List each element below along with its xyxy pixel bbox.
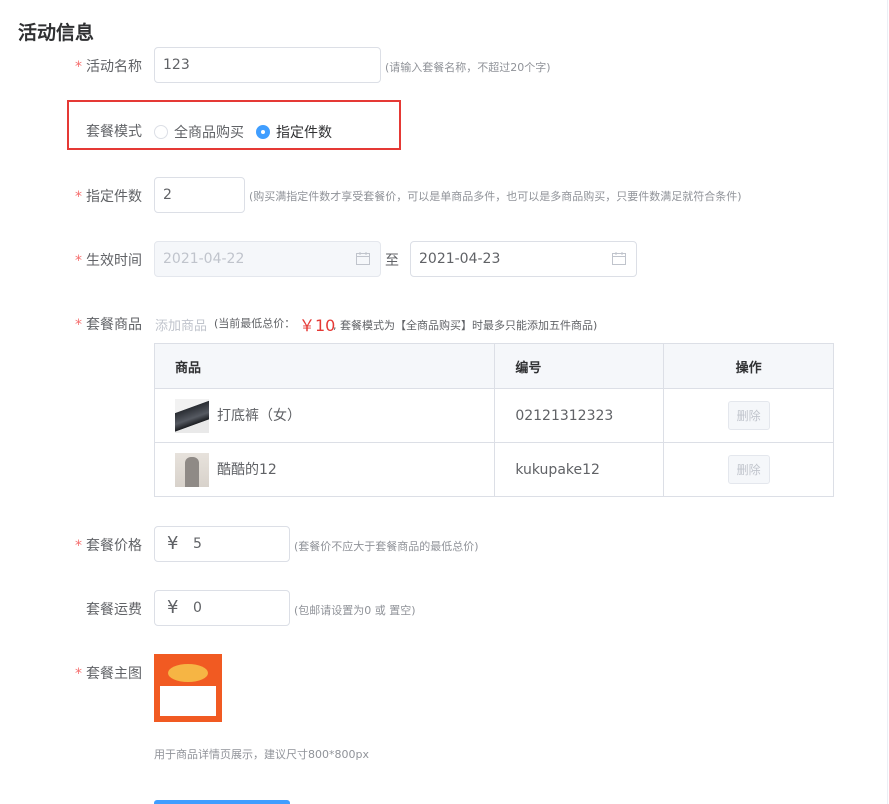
product-name: 酷酷的12: [217, 461, 277, 478]
required-mark: *: [75, 317, 82, 333]
goods-cell: 酷酷的12: [153, 442, 496, 497]
table-header-row: 商品 编号 操作: [153, 343, 834, 389]
column-header-goods: 商品: [153, 343, 496, 389]
activity-name-input[interactable]: 123: [154, 47, 381, 83]
required-mark: *: [75, 253, 82, 269]
code-cell: kukupake12: [494, 442, 665, 497]
goods-tip-suffix: , 套餐模式为【全商品购买】时最多只能添加五件商品): [333, 319, 598, 332]
start-date-value: 2021-04-22: [163, 251, 245, 267]
radio-fixed-count[interactable]: 指定件数: [256, 122, 332, 142]
delete-button[interactable]: 删除: [727, 455, 770, 484]
yen-icon: ¥: [167, 597, 179, 618]
radio-all-goods[interactable]: 全商品购买: [154, 122, 244, 142]
required-mark: *: [75, 189, 82, 205]
count-label: * 指定件数: [75, 189, 142, 205]
goods-tip-prefix: (当前最低总价：: [214, 317, 296, 330]
date-separator: 至: [385, 253, 399, 269]
product-thumbnail: [175, 398, 209, 433]
required-mark: *: [75, 666, 82, 682]
cover-hint: 用于商品详情页展示，建议尺寸800*800px: [154, 748, 369, 761]
action-cell: 删除: [663, 388, 834, 443]
goods-label: * 套餐商品: [75, 317, 142, 333]
required-mark: *: [75, 59, 82, 75]
price-label: * 套餐价格: [75, 538, 142, 554]
count-input[interactable]: 2: [154, 177, 245, 213]
radio-circle-checked: [256, 125, 270, 139]
price-input[interactable]: ¥ 5: [154, 526, 290, 562]
min-total-price: ￥10: [299, 316, 336, 335]
shipping-hint: (包邮请设置为0 或 置空): [294, 604, 416, 617]
price-hint: (套餐价不应大于套餐商品的最低总价): [294, 540, 479, 553]
activity-name-label: * 活动名称: [75, 59, 142, 75]
activity-name-hint: (请输入套餐名称，不超过20个字): [385, 61, 551, 74]
period-label: * 生效时间: [75, 253, 142, 269]
goods-cell: 打底裤（女）: [153, 388, 496, 443]
cover-inner-panel: [160, 686, 216, 716]
action-cell: 删除: [663, 442, 834, 497]
table-row: 酷酷的12 kukupake12 删除: [153, 442, 834, 497]
column-header-action: 操作: [663, 343, 834, 389]
product-name: 打底裤（女）: [217, 407, 301, 424]
section-title: 活动信息: [18, 22, 95, 44]
cover-decoration: [168, 664, 208, 682]
end-date-input[interactable]: 2021-04-23: [410, 241, 637, 277]
required-mark: *: [75, 538, 82, 554]
calendar-icon: [612, 252, 626, 265]
cover-image-upload[interactable]: [154, 654, 222, 722]
shipping-value: 0: [193, 600, 202, 616]
shipping-input[interactable]: ¥ 0: [154, 590, 290, 626]
column-header-code: 编号: [494, 343, 665, 389]
product-thumbnail: [175, 452, 209, 487]
goods-table: 商品 编号 操作 打底裤（女） 02121312323 删除 酷酷的12 kuk…: [153, 343, 834, 497]
shipping-label: 套餐运费: [86, 602, 142, 618]
delete-button[interactable]: 删除: [727, 401, 770, 430]
calendar-icon: [356, 252, 370, 265]
table-row: 打底裤（女） 02121312323 删除: [153, 388, 834, 443]
code-cell: 02121312323: [494, 388, 665, 443]
start-date-input: 2021-04-22: [154, 241, 381, 277]
count-hint: (购买满指定件数才享受套餐价，可以是单商品多件，也可以是多商品购买，只要件数满足…: [249, 190, 742, 203]
price-value: 5: [193, 536, 202, 552]
radio-circle: [154, 125, 168, 139]
yen-icon: ¥: [167, 533, 179, 554]
mode-label: 套餐模式: [86, 124, 142, 140]
submit-button[interactable]: [154, 800, 290, 804]
end-date-value: 2021-04-23: [419, 251, 501, 267]
add-goods-link[interactable]: 添加商品: [155, 315, 207, 334]
cover-label: * 套餐主图: [75, 666, 142, 682]
